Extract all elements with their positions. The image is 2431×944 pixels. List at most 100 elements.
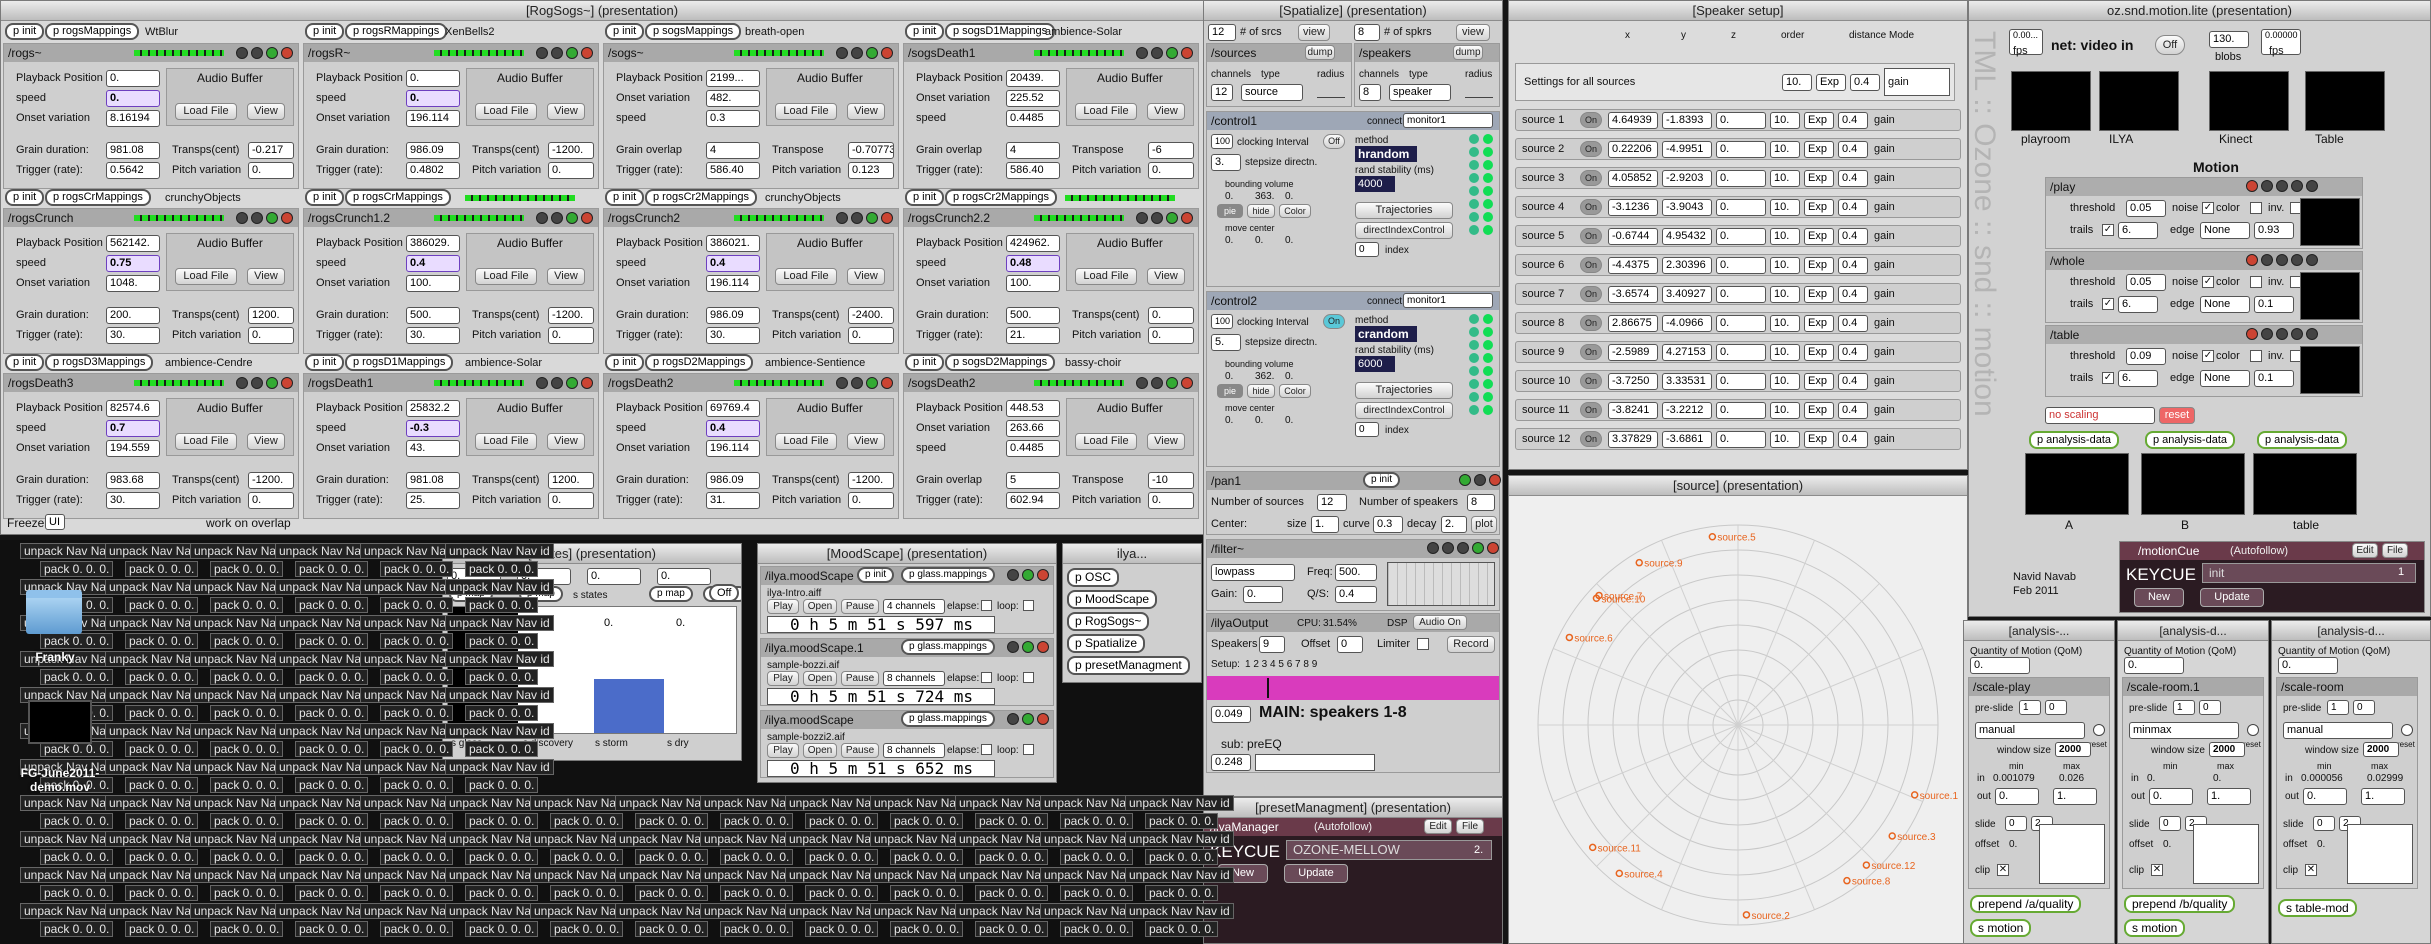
trajectories-button[interactable]: Trajectories <box>1355 202 1453 219</box>
p-init-button[interactable]: p init <box>5 354 45 371</box>
onset-field[interactable]: 100. <box>1006 275 1060 292</box>
trigger-field[interactable]: 0.4802 <box>406 162 460 179</box>
control-dot-icon[interactable] <box>1136 212 1148 224</box>
load-file-button[interactable]: Load File <box>1075 433 1137 450</box>
speed-field[interactable]: 482. <box>706 90 760 107</box>
transpose-field[interactable]: 1200. <box>548 472 594 489</box>
order-field[interactable]: 10. <box>1770 112 1800 129</box>
p-init-button[interactable]: p init <box>5 189 45 206</box>
preslide-field[interactable]: 0 <box>2199 700 2221 715</box>
trigger-field[interactable]: 30. <box>106 492 160 509</box>
channel-dot-icon[interactable] <box>1469 340 1479 350</box>
update-cue-button[interactable]: Update <box>2200 588 2264 607</box>
in-max-value[interactable]: 0.02999 <box>2367 772 2403 785</box>
preslide-field[interactable]: 0 <box>2045 700 2067 715</box>
panel-controls[interactable] <box>536 47 593 59</box>
desktop-icon-movie[interactable]: FG-June2011-demo.mov <box>10 700 110 800</box>
x-field[interactable]: -4.4375 <box>1608 257 1658 274</box>
camera-preview[interactable] <box>2011 71 2091 131</box>
cue-name-field[interactable]: OZONE-MELLOW <box>1286 840 1492 860</box>
mappings-button[interactable]: p glass.mappings <box>901 711 995 727</box>
control-dot-icon[interactable] <box>2291 254 2303 266</box>
rand-stability-field[interactable]: 4000 <box>1355 176 1395 192</box>
pitch-variation-field[interactable]: 0. <box>848 327 894 344</box>
control-dot-icon[interactable] <box>266 47 278 59</box>
control-dot-icon[interactable] <box>266 377 278 389</box>
order-field[interactable]: 10. <box>1770 373 1800 390</box>
control-dot-icon[interactable] <box>836 212 848 224</box>
channel-dot-icon[interactable] <box>1469 147 1479 157</box>
new-cue-button[interactable]: New <box>2134 588 2184 607</box>
transpose-field[interactable]: -10 <box>1148 472 1194 489</box>
control-dot-icon[interactable] <box>566 377 578 389</box>
plot-button[interactable]: plot <box>1471 516 1497 533</box>
source-on-toggle[interactable]: On <box>1580 170 1602 186</box>
control-dot-icon[interactable] <box>1151 212 1163 224</box>
channels-menu[interactable]: 8 channels <box>883 671 945 686</box>
mode-menu[interactable]: Exp <box>1804 257 1834 274</box>
bounding-volume-value[interactable]: 0. <box>1225 370 1233 383</box>
order-field[interactable]: 10. <box>1770 431 1800 448</box>
open-button[interactable]: Open <box>803 599 837 614</box>
out-min-field[interactable]: 0. <box>2149 788 2193 805</box>
reset-radio[interactable] <box>2247 724 2259 736</box>
z-field[interactable]: 0. <box>1716 199 1766 216</box>
in-min-value[interactable]: 0.000056 <box>2301 772 2343 785</box>
section-controls[interactable] <box>2246 180 2318 192</box>
view-button[interactable]: View <box>247 433 285 450</box>
control-dot-icon[interactable] <box>1474 474 1486 486</box>
y-field[interactable]: 3.33531 <box>1662 373 1712 390</box>
ilya-subpatch-button[interactable]: p Spatialize <box>1067 634 1146 653</box>
close-icon[interactable] <box>1489 474 1501 486</box>
trails-field[interactable]: 6. <box>2118 296 2158 313</box>
control-dot-icon[interactable] <box>236 212 248 224</box>
control-dot-icon[interactable] <box>1442 542 1454 554</box>
close-icon[interactable] <box>1037 641 1049 653</box>
channel-dot-icon[interactable] <box>1483 147 1493 157</box>
net-toggle[interactable]: Off <box>2155 35 2185 55</box>
distance-field[interactable]: 0.4 <box>1838 170 1868 187</box>
transpose-field[interactable]: -1200. <box>548 142 594 159</box>
load-file-button[interactable]: Load File <box>775 103 837 120</box>
speed-field[interactable]: 263.66 <box>1006 420 1060 437</box>
channels-field[interactable]: 12 <box>1211 84 1233 101</box>
channels-menu[interactable]: 8 channels <box>883 743 945 758</box>
ilya-subpatch-button[interactable]: p RogSogs~ <box>1067 612 1150 631</box>
grain-field[interactable]: 986.09 <box>706 472 760 489</box>
x-field[interactable]: -3.1236 <box>1608 199 1658 216</box>
index-field[interactable]: 0 <box>1355 422 1379 437</box>
analysis-data-button[interactable]: p analysis-data <box>2029 431 2119 449</box>
source-point[interactable] <box>1635 558 1643 567</box>
panel-controls[interactable] <box>536 377 593 389</box>
load-file-button[interactable]: Load File <box>775 433 837 450</box>
onset-field[interactable]: 196.114 <box>706 275 760 292</box>
window-size-field[interactable]: 2000 <box>2209 742 2245 757</box>
grain-field[interactable]: 500. <box>1006 307 1060 324</box>
transpose-field[interactable]: 0. <box>1148 307 1194 324</box>
control-dot-icon[interactable] <box>851 212 863 224</box>
source-point[interactable] <box>1588 843 1597 852</box>
channel-dot-icon[interactable] <box>1469 379 1479 389</box>
pitch-variation-field[interactable]: 0. <box>248 492 294 509</box>
noise-checkbox[interactable]: ✓ <box>2202 350 2214 362</box>
play-button[interactable]: Play <box>767 671 799 686</box>
p-init-button[interactable]: p init <box>305 23 345 40</box>
control-dot-icon[interactable] <box>851 377 863 389</box>
close-icon[interactable] <box>281 212 293 224</box>
source-on-toggle[interactable]: On <box>1580 315 1602 331</box>
pitch-variation-field[interactable]: 0. <box>548 492 594 509</box>
trigger-field[interactable]: 25. <box>406 492 460 509</box>
grain-field[interactable]: 200. <box>106 307 160 324</box>
z-field[interactable]: 0. <box>1716 170 1766 187</box>
order-field[interactable]: 10. <box>1770 315 1800 332</box>
channel-dot-icon[interactable] <box>1469 186 1479 196</box>
control-dot-icon[interactable] <box>851 47 863 59</box>
control-dot-icon[interactable] <box>236 47 248 59</box>
control-dot-icon[interactable] <box>2291 328 2303 340</box>
offset-value[interactable]: 0. <box>2163 838 2171 851</box>
source-point[interactable] <box>1888 832 1896 840</box>
view-button[interactable]: View <box>547 433 585 450</box>
trigger-field[interactable]: 21. <box>1006 327 1060 344</box>
mappings-button[interactable]: p rogsCrMappings <box>45 189 151 206</box>
trails-field[interactable]: 6. <box>2118 222 2158 239</box>
